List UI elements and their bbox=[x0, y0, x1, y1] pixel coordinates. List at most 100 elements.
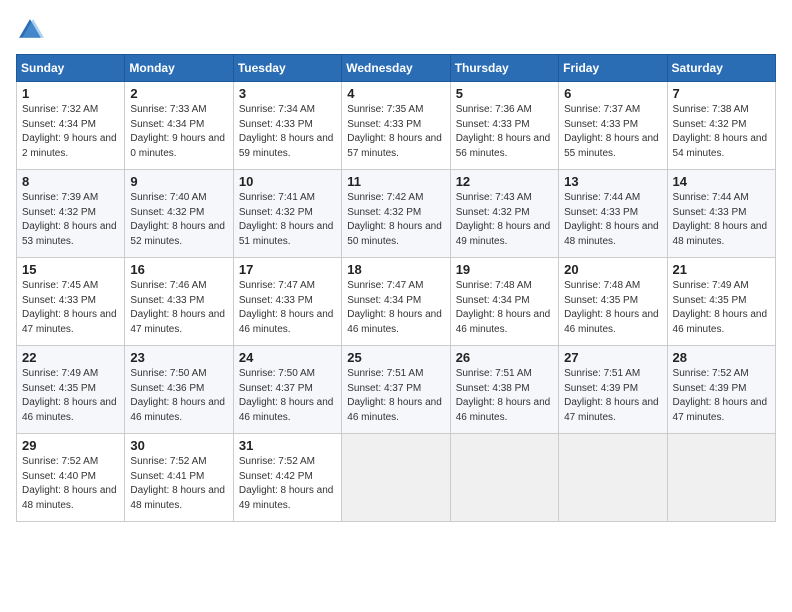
cell-info: Sunrise: 7:51 AMSunset: 4:39 PMDaylight:… bbox=[564, 368, 659, 423]
calendar-header-row: SundayMondayTuesdayWednesdayThursdayFrid… bbox=[17, 55, 776, 82]
calendar-cell: 16 Sunrise: 7:46 AMSunset: 4:33 PMDaylig… bbox=[125, 258, 233, 346]
calendar-cell: 26 Sunrise: 7:51 AMSunset: 4:38 PMDaylig… bbox=[450, 346, 558, 434]
calendar-body: 1 Sunrise: 7:32 AMSunset: 4:34 PMDayligh… bbox=[17, 82, 776, 522]
day-number: 18 bbox=[347, 262, 444, 277]
calendar-cell: 30 Sunrise: 7:52 AMSunset: 4:41 PMDaylig… bbox=[125, 434, 233, 522]
logo-icon bbox=[16, 16, 44, 44]
calendar-week-row: 1 Sunrise: 7:32 AMSunset: 4:34 PMDayligh… bbox=[17, 82, 776, 170]
cell-info: Sunrise: 7:46 AMSunset: 4:33 PMDaylight:… bbox=[130, 280, 225, 335]
calendar-cell: 1 Sunrise: 7:32 AMSunset: 4:34 PMDayligh… bbox=[17, 82, 125, 170]
day-number: 29 bbox=[22, 438, 119, 453]
cell-info: Sunrise: 7:33 AMSunset: 4:34 PMDaylight:… bbox=[130, 104, 225, 159]
weekday-header: Tuesday bbox=[233, 55, 341, 82]
calendar-cell: 4 Sunrise: 7:35 AMSunset: 4:33 PMDayligh… bbox=[342, 82, 450, 170]
calendar-cell: 24 Sunrise: 7:50 AMSunset: 4:37 PMDaylig… bbox=[233, 346, 341, 434]
weekday-header: Friday bbox=[559, 55, 667, 82]
cell-info: Sunrise: 7:36 AMSunset: 4:33 PMDaylight:… bbox=[456, 104, 551, 159]
calendar-cell: 18 Sunrise: 7:47 AMSunset: 4:34 PMDaylig… bbox=[342, 258, 450, 346]
day-number: 20 bbox=[564, 262, 661, 277]
day-number: 19 bbox=[456, 262, 553, 277]
calendar-week-row: 8 Sunrise: 7:39 AMSunset: 4:32 PMDayligh… bbox=[17, 170, 776, 258]
cell-info: Sunrise: 7:51 AMSunset: 4:38 PMDaylight:… bbox=[456, 368, 551, 423]
day-number: 1 bbox=[22, 86, 119, 101]
day-number: 25 bbox=[347, 350, 444, 365]
day-number: 4 bbox=[347, 86, 444, 101]
calendar-cell: 11 Sunrise: 7:42 AMSunset: 4:32 PMDaylig… bbox=[342, 170, 450, 258]
day-number: 8 bbox=[22, 174, 119, 189]
cell-info: Sunrise: 7:48 AMSunset: 4:34 PMDaylight:… bbox=[456, 280, 551, 335]
day-number: 22 bbox=[22, 350, 119, 365]
cell-info: Sunrise: 7:43 AMSunset: 4:32 PMDaylight:… bbox=[456, 192, 551, 247]
day-number: 5 bbox=[456, 86, 553, 101]
cell-info: Sunrise: 7:52 AMSunset: 4:42 PMDaylight:… bbox=[239, 456, 334, 511]
day-number: 30 bbox=[130, 438, 227, 453]
calendar-week-row: 15 Sunrise: 7:45 AMSunset: 4:33 PMDaylig… bbox=[17, 258, 776, 346]
calendar-cell bbox=[342, 434, 450, 522]
cell-info: Sunrise: 7:32 AMSunset: 4:34 PMDaylight:… bbox=[22, 104, 117, 159]
calendar-cell: 7 Sunrise: 7:38 AMSunset: 4:32 PMDayligh… bbox=[667, 82, 775, 170]
cell-info: Sunrise: 7:39 AMSunset: 4:32 PMDaylight:… bbox=[22, 192, 117, 247]
calendar-cell: 17 Sunrise: 7:47 AMSunset: 4:33 PMDaylig… bbox=[233, 258, 341, 346]
calendar-cell: 29 Sunrise: 7:52 AMSunset: 4:40 PMDaylig… bbox=[17, 434, 125, 522]
cell-info: Sunrise: 7:34 AMSunset: 4:33 PMDaylight:… bbox=[239, 104, 334, 159]
weekday-header: Monday bbox=[125, 55, 233, 82]
cell-info: Sunrise: 7:52 AMSunset: 4:40 PMDaylight:… bbox=[22, 456, 117, 511]
calendar-cell: 28 Sunrise: 7:52 AMSunset: 4:39 PMDaylig… bbox=[667, 346, 775, 434]
calendar-cell: 12 Sunrise: 7:43 AMSunset: 4:32 PMDaylig… bbox=[450, 170, 558, 258]
cell-info: Sunrise: 7:38 AMSunset: 4:32 PMDaylight:… bbox=[673, 104, 768, 159]
day-number: 17 bbox=[239, 262, 336, 277]
day-number: 24 bbox=[239, 350, 336, 365]
day-number: 28 bbox=[673, 350, 770, 365]
weekday-header: Sunday bbox=[17, 55, 125, 82]
day-number: 10 bbox=[239, 174, 336, 189]
calendar-week-row: 29 Sunrise: 7:52 AMSunset: 4:40 PMDaylig… bbox=[17, 434, 776, 522]
calendar-cell: 25 Sunrise: 7:51 AMSunset: 4:37 PMDaylig… bbox=[342, 346, 450, 434]
cell-info: Sunrise: 7:35 AMSunset: 4:33 PMDaylight:… bbox=[347, 104, 442, 159]
cell-info: Sunrise: 7:49 AMSunset: 4:35 PMDaylight:… bbox=[22, 368, 117, 423]
day-number: 14 bbox=[673, 174, 770, 189]
cell-info: Sunrise: 7:51 AMSunset: 4:37 PMDaylight:… bbox=[347, 368, 442, 423]
calendar-cell: 22 Sunrise: 7:49 AMSunset: 4:35 PMDaylig… bbox=[17, 346, 125, 434]
day-number: 26 bbox=[456, 350, 553, 365]
day-number: 9 bbox=[130, 174, 227, 189]
cell-info: Sunrise: 7:52 AMSunset: 4:41 PMDaylight:… bbox=[130, 456, 225, 511]
cell-info: Sunrise: 7:44 AMSunset: 4:33 PMDaylight:… bbox=[564, 192, 659, 247]
cell-info: Sunrise: 7:48 AMSunset: 4:35 PMDaylight:… bbox=[564, 280, 659, 335]
cell-info: Sunrise: 7:47 AMSunset: 4:33 PMDaylight:… bbox=[239, 280, 334, 335]
calendar-cell: 23 Sunrise: 7:50 AMSunset: 4:36 PMDaylig… bbox=[125, 346, 233, 434]
day-number: 3 bbox=[239, 86, 336, 101]
cell-info: Sunrise: 7:37 AMSunset: 4:33 PMDaylight:… bbox=[564, 104, 659, 159]
day-number: 23 bbox=[130, 350, 227, 365]
calendar-cell: 21 Sunrise: 7:49 AMSunset: 4:35 PMDaylig… bbox=[667, 258, 775, 346]
day-number: 15 bbox=[22, 262, 119, 277]
calendar-cell: 5 Sunrise: 7:36 AMSunset: 4:33 PMDayligh… bbox=[450, 82, 558, 170]
calendar-week-row: 22 Sunrise: 7:49 AMSunset: 4:35 PMDaylig… bbox=[17, 346, 776, 434]
cell-info: Sunrise: 7:49 AMSunset: 4:35 PMDaylight:… bbox=[673, 280, 768, 335]
calendar-cell bbox=[450, 434, 558, 522]
weekday-header: Thursday bbox=[450, 55, 558, 82]
calendar-cell: 3 Sunrise: 7:34 AMSunset: 4:33 PMDayligh… bbox=[233, 82, 341, 170]
day-number: 16 bbox=[130, 262, 227, 277]
cell-info: Sunrise: 7:52 AMSunset: 4:39 PMDaylight:… bbox=[673, 368, 768, 423]
calendar-cell bbox=[667, 434, 775, 522]
day-number: 12 bbox=[456, 174, 553, 189]
calendar-cell: 9 Sunrise: 7:40 AMSunset: 4:32 PMDayligh… bbox=[125, 170, 233, 258]
calendar-cell bbox=[559, 434, 667, 522]
day-number: 7 bbox=[673, 86, 770, 101]
calendar-cell: 15 Sunrise: 7:45 AMSunset: 4:33 PMDaylig… bbox=[17, 258, 125, 346]
day-number: 21 bbox=[673, 262, 770, 277]
calendar-cell: 31 Sunrise: 7:52 AMSunset: 4:42 PMDaylig… bbox=[233, 434, 341, 522]
day-number: 6 bbox=[564, 86, 661, 101]
cell-info: Sunrise: 7:50 AMSunset: 4:36 PMDaylight:… bbox=[130, 368, 225, 423]
cell-info: Sunrise: 7:41 AMSunset: 4:32 PMDaylight:… bbox=[239, 192, 334, 247]
cell-info: Sunrise: 7:44 AMSunset: 4:33 PMDaylight:… bbox=[673, 192, 768, 247]
day-number: 27 bbox=[564, 350, 661, 365]
cell-info: Sunrise: 7:42 AMSunset: 4:32 PMDaylight:… bbox=[347, 192, 442, 247]
calendar-cell: 10 Sunrise: 7:41 AMSunset: 4:32 PMDaylig… bbox=[233, 170, 341, 258]
day-number: 31 bbox=[239, 438, 336, 453]
cell-info: Sunrise: 7:50 AMSunset: 4:37 PMDaylight:… bbox=[239, 368, 334, 423]
cell-info: Sunrise: 7:40 AMSunset: 4:32 PMDaylight:… bbox=[130, 192, 225, 247]
calendar-cell: 6 Sunrise: 7:37 AMSunset: 4:33 PMDayligh… bbox=[559, 82, 667, 170]
calendar-cell: 14 Sunrise: 7:44 AMSunset: 4:33 PMDaylig… bbox=[667, 170, 775, 258]
day-number: 11 bbox=[347, 174, 444, 189]
